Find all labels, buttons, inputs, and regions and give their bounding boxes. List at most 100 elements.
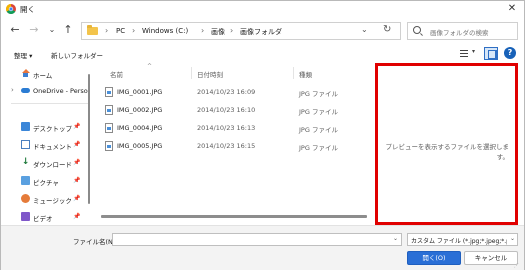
file-date: 2014/10/23 16:15 xyxy=(197,142,256,150)
open-button[interactable]: 開く(O) xyxy=(407,251,461,265)
search-box[interactable]: 画像フォルダの検索 xyxy=(407,22,518,40)
dialog-footer: ファイル名(N): ⌄ カスタム ファイル (*.jpg;*.jpeg;*.pn… xyxy=(1,225,524,270)
help-icon[interactable]: ? xyxy=(504,47,516,59)
sidebar-divider xyxy=(11,103,89,104)
file-name: IMG_0004.JPG xyxy=(117,124,163,132)
image-file-icon xyxy=(105,105,113,115)
back-arrow-icon[interactable]: ← xyxy=(8,23,22,37)
file-type-value: カスタム ファイル (*.jpg;*.jpeg;*.png xyxy=(411,238,507,245)
sidebar-item-label: ドキュメント xyxy=(33,143,72,151)
sidebar-item-label: OneDrive - Perso xyxy=(33,87,88,95)
column-header-name[interactable]: 名前 xyxy=(110,69,123,79)
folder-icon xyxy=(87,25,98,35)
cancel-button[interactable]: キャンセル xyxy=(464,251,518,265)
file-name: IMG_0001.JPG xyxy=(117,88,163,96)
file-type: JPG ファイル xyxy=(299,90,338,98)
chrome-app-icon xyxy=(6,4,16,14)
file-list-horizontal-scrollbar[interactable] xyxy=(101,215,367,218)
file-row[interactable]: IMG_0001.JPG 2014/10/23 16:09 JPG ファイル xyxy=(93,85,371,99)
preview-pane-toggle-icon[interactable] xyxy=(484,47,498,60)
document-icon xyxy=(21,140,30,149)
column-header-type[interactable]: 種類 xyxy=(299,69,312,79)
sidebar-item-label: ピクチャ xyxy=(33,179,59,187)
file-type: JPG ファイル xyxy=(299,108,338,116)
navigation-bar: ← → ⌄ ↑ › PC › Windows (C:) › 画像 › 画像フォル… xyxy=(1,18,524,44)
home-icon xyxy=(21,69,30,78)
file-row[interactable]: IMG_0002.JPG 2014/10/23 16:10 JPG ファイル xyxy=(93,103,371,117)
navigation-pane-scrollbar[interactable] xyxy=(88,74,90,204)
breadcrumb-separator-icon: › xyxy=(201,26,205,35)
organize-button[interactable]: 整理 ▾ xyxy=(14,50,32,60)
search-input[interactable]: 画像フォルダの検索 xyxy=(430,27,489,37)
file-list: 名前 ^ 日付時刻 種類 IMG_0001.JPG 2014/10/23 16:… xyxy=(93,63,371,225)
breadcrumb-images[interactable]: 画像 xyxy=(211,27,225,37)
open-file-dialog: 開く ✕ ← → ⌄ ↑ › PC › Windows (C:) › 画像 › … xyxy=(0,0,525,270)
pin-icon: 📌 xyxy=(73,123,81,130)
pictures-icon xyxy=(21,176,30,185)
breadcrumb-separator-icon: › xyxy=(132,26,136,35)
pin-icon: 📌 xyxy=(73,195,81,202)
file-row[interactable]: IMG_0004.JPG 2014/10/23 16:13 JPG ファイル xyxy=(93,121,371,135)
file-date: 2014/10/23 16:10 xyxy=(197,106,256,114)
breadcrumb-pc[interactable]: PC xyxy=(116,27,125,35)
music-icon xyxy=(21,194,30,203)
preview-pane: プレビューを表示するファイルを選択します。 xyxy=(375,63,518,225)
address-dropdown-icon[interactable]: ⌄ xyxy=(361,25,368,34)
filename-input[interactable] xyxy=(112,233,402,246)
sidebar-item-label: ビデオ xyxy=(33,215,53,223)
sidebar-item-music[interactable]: ミュージック 📌 xyxy=(1,192,91,206)
desktop-icon xyxy=(21,122,30,131)
file-type: JPG ファイル xyxy=(299,144,338,152)
new-folder-button[interactable]: 新しいフォルダー xyxy=(51,50,103,60)
sidebar-item-onedrive[interactable]: › OneDrive - Perso xyxy=(1,84,91,98)
sidebar-item-downloads[interactable]: ↓ ダウンロード 📌 xyxy=(1,156,91,170)
view-options-icon[interactable] xyxy=(460,50,468,57)
title-bar: 開く ✕ xyxy=(1,1,524,17)
file-date: 2014/10/23 16:09 xyxy=(197,88,256,96)
file-date: 2014/10/23 16:13 xyxy=(197,124,256,132)
sidebar-item-label: ダウンロード xyxy=(33,161,72,169)
breadcrumb-separator-icon: › xyxy=(230,26,234,35)
pin-icon: 📌 xyxy=(73,141,81,148)
file-name: IMG_0002.JPG xyxy=(117,106,163,114)
column-divider[interactable] xyxy=(191,67,192,79)
sidebar-item-desktop[interactable]: デスクトップ 📌 xyxy=(1,120,91,134)
image-file-icon xyxy=(105,141,113,151)
pin-icon: 📌 xyxy=(73,159,81,166)
dialog-title: 開く xyxy=(20,5,35,14)
filename-dropdown-icon[interactable]: ⌄ xyxy=(393,235,398,242)
sort-ascending-icon: ^ xyxy=(147,63,153,70)
breadcrumb-windows-c[interactable]: Windows (C:) xyxy=(142,27,188,35)
preview-message: プレビューを表示するファイルを選択します。 xyxy=(385,143,510,161)
file-row[interactable]: IMG_0005.JPG 2014/10/23 16:15 JPG ファイル xyxy=(93,139,371,153)
navigation-pane: ホーム › OneDrive - Perso デスクトップ 📌 ドキュメント 📌… xyxy=(1,63,91,225)
search-icon xyxy=(413,26,421,34)
up-arrow-icon[interactable]: ↑ xyxy=(61,23,75,37)
video-icon xyxy=(21,212,30,221)
command-toolbar: 整理 ▾ 新しいフォルダー ▾ ? xyxy=(1,45,524,63)
pin-icon: 📌 xyxy=(73,177,81,184)
view-dropdown-icon[interactable]: ▾ xyxy=(472,48,475,55)
sidebar-item-pictures[interactable]: ピクチャ 📌 xyxy=(1,174,91,188)
column-header-date[interactable]: 日付時刻 xyxy=(197,69,223,79)
column-divider[interactable] xyxy=(293,67,294,79)
recent-locations-chevron-icon[interactable]: ⌄ xyxy=(45,23,59,37)
forward-arrow-icon[interactable]: → xyxy=(27,23,41,37)
sidebar-item-documents[interactable]: ドキュメント 📌 xyxy=(1,138,91,152)
sidebar-item-videos[interactable]: ビデオ 📌 xyxy=(1,210,91,224)
expand-chevron-icon[interactable]: › xyxy=(11,86,14,94)
breadcrumb-separator-icon: › xyxy=(105,26,109,35)
close-icon[interactable]: ✕ xyxy=(505,2,519,16)
sidebar-item-home[interactable]: ホーム xyxy=(1,67,91,81)
address-bar[interactable]: › PC › Windows (C:) › 画像 › 画像フォルダ ⌄ ↻ xyxy=(81,22,401,40)
resize-grip-icon[interactable]: ⋰ xyxy=(514,263,519,269)
file-type-select[interactable]: カスタム ファイル (*.jpg;*.jpeg;*.png ⌄ xyxy=(407,233,518,246)
pin-icon: 📌 xyxy=(73,213,81,220)
chevron-down-icon: ⌄ xyxy=(510,235,516,242)
breadcrumb-image-folder[interactable]: 画像フォルダ xyxy=(240,27,282,37)
filename-label: ファイル名(N): xyxy=(73,238,118,246)
file-name: IMG_0005.JPG xyxy=(117,142,163,150)
download-icon: ↓ xyxy=(21,157,30,167)
file-type: JPG ファイル xyxy=(299,126,338,134)
refresh-icon[interactable]: ↻ xyxy=(383,24,391,35)
